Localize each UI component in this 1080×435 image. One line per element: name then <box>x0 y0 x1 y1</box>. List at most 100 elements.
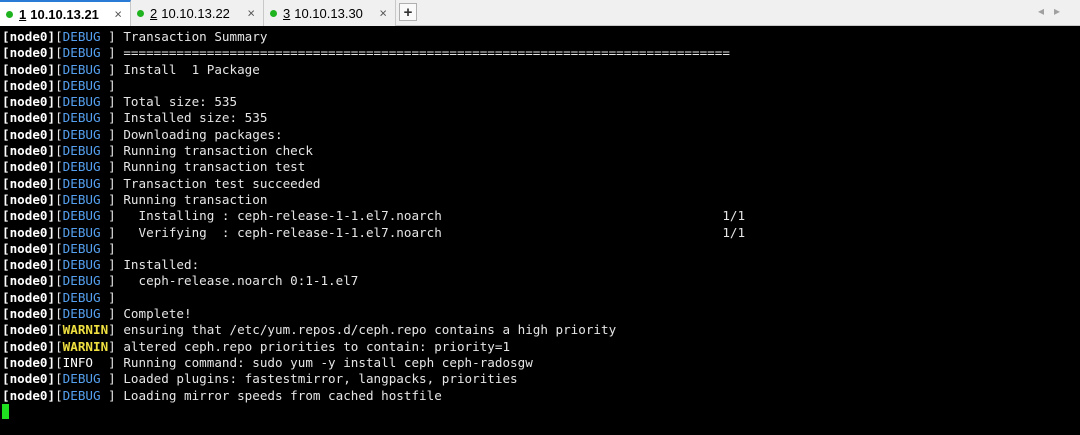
status-dot-icon <box>270 9 277 17</box>
log-message: Running transaction <box>123 191 268 207</box>
add-tab-button[interactable]: + <box>399 3 417 21</box>
terminal-line: [node0][DEBUG ] Complete! <box>2 306 192 322</box>
terminal-line: [node0][DEBUG ] Transaction Summary <box>2 29 268 44</box>
close-icon[interactable]: × <box>379 6 387 21</box>
status-dot-icon <box>6 10 13 18</box>
log-level: DEBUG <box>62 371 109 387</box>
log-level: DEBUG <box>62 224 109 240</box>
node-tag: [node0] <box>2 126 56 142</box>
node-tag: [node0] <box>2 338 56 354</box>
tab-label: 10.10.13.21 <box>30 6 99 22</box>
node-tag: [node0] <box>2 191 56 207</box>
close-icon[interactable]: × <box>114 7 122 22</box>
terminal-line: [node0][DEBUG ] <box>2 289 124 305</box>
tab-label: 10.10.13.22 <box>161 5 230 21</box>
node-tag: [node0] <box>2 77 56 93</box>
node-tag: [node0] <box>2 159 56 175</box>
terminal-line: [node0][DEBUG ] Transaction test succeed… <box>2 175 321 191</box>
log-message: Installing : ceph-release-1-1.el7.noarch… <box>123 208 746 224</box>
log-level: INFO <box>62 354 109 370</box>
log-level: DEBUG <box>62 126 109 142</box>
log-level: DEBUG <box>62 29 109 44</box>
node-tag: [node0] <box>2 322 56 338</box>
terminal-line: [node0][DEBUG ] Installing : ceph-releas… <box>2 208 746 224</box>
terminal-output[interactable]: [node0][DEBUG ] Transaction Summary [node… <box>2 29 1078 433</box>
terminal-line: [node0][INFO ] Running command: sudo yum… <box>2 354 533 370</box>
log-message: ceph-release.noarch 0:1-1.el7 <box>123 273 359 289</box>
node-tag: [node0] <box>2 175 56 191</box>
log-message: Downloading packages: <box>123 126 283 142</box>
terminal-line: [node0][DEBUG ] Running transaction test <box>2 159 306 175</box>
log-message: Verifying : ceph-release-1-1.el7.noarch … <box>123 224 746 240</box>
log-level: DEBUG <box>62 61 109 77</box>
node-tag: [node0] <box>2 110 56 126</box>
log-level: WARNIN <box>62 322 109 338</box>
log-level: DEBUG <box>62 273 109 289</box>
terminal-line: [node0][DEBUG ] Total size: 535 <box>2 94 238 110</box>
log-message: Complete! <box>123 306 192 322</box>
log-message: Loaded plugins: fastestmirror, langpacks… <box>123 371 518 387</box>
log-level: DEBUG <box>62 306 109 322</box>
tab-bar: 1 10.10.13.21 × 2 10.10.13.22 × 3 10.10.… <box>0 0 1080 26</box>
log-level: DEBUG <box>62 175 109 191</box>
log-message: Running transaction test <box>123 159 306 175</box>
tab-number: 2 <box>150 5 158 21</box>
terminal-line: [node0][DEBUG ] Verifying : ceph-release… <box>2 224 746 240</box>
node-tag: [node0] <box>2 208 56 224</box>
node-tag: [node0] <box>2 273 56 289</box>
tab-number: 3 <box>283 5 291 21</box>
node-tag: [node0] <box>2 354 56 370</box>
terminal-line: [node0][DEBUG ] Running transaction <box>2 191 268 207</box>
terminal-line: [node0][DEBUG ] Downloading packages: <box>2 126 283 142</box>
log-level: DEBUG <box>62 159 109 175</box>
node-tag: [node0] <box>2 29 56 44</box>
node-tag: [node0] <box>2 94 56 110</box>
tab-session-2[interactable]: 2 10.10.13.22 × <box>131 0 264 26</box>
tab-session-1[interactable]: 1 10.10.13.21 × <box>0 0 131 26</box>
log-message: Transaction Summary <box>123 29 268 44</box>
terminal-line: [node0][DEBUG ] Loading mirror speeds fr… <box>2 387 442 403</box>
log-level: DEBUG <box>62 143 109 159</box>
terminal-line: [node0][DEBUG ] Installed: <box>2 257 200 273</box>
log-message: altered ceph.repo priorities to contain:… <box>123 338 511 354</box>
tab-number: 1 <box>19 6 27 22</box>
log-level: DEBUG <box>62 110 109 126</box>
node-tag: [node0] <box>2 289 56 305</box>
log-level: DEBUG <box>62 77 109 93</box>
terminal-line: [node0][DEBUG ] Installed size: 535 <box>2 110 268 126</box>
close-icon[interactable]: × <box>247 6 255 21</box>
terminal-line: [node0][DEBUG ] Running transaction chec… <box>2 143 313 159</box>
tab-session-3[interactable]: 3 10.10.13.30 × <box>264 0 396 26</box>
log-message: Transaction test succeeded <box>123 175 321 191</box>
log-level: DEBUG <box>62 257 109 273</box>
log-message: Install 1 Package <box>123 61 260 77</box>
log-level: DEBUG <box>62 387 109 403</box>
log-message: ensuring that /etc/yum.repos.d/ceph.repo… <box>123 322 617 338</box>
status-dot-icon <box>137 9 144 17</box>
log-level: DEBUG <box>62 240 109 256</box>
terminal-line: [node0][DEBUG ] Loaded plugins: fastestm… <box>2 371 518 387</box>
log-message: Running command: sudo yum -y install cep… <box>123 354 533 370</box>
log-message: Installed size: 535 <box>123 110 268 126</box>
tab-scroll-arrows-icon[interactable]: ◂▸ <box>1038 4 1070 18</box>
terminal-line: [node0][DEBUG ] <box>2 77 124 93</box>
node-tag: [node0] <box>2 257 56 273</box>
log-message: Total size: 535 <box>123 94 238 110</box>
log-message: Loading mirror speeds from cached hostfi… <box>123 387 442 403</box>
log-level: DEBUG <box>62 191 109 207</box>
tab-label: 10.10.13.30 <box>294 5 363 21</box>
terminal-line: [node0][DEBUG ] Install 1 Package <box>2 61 260 77</box>
node-tag: [node0] <box>2 240 56 256</box>
terminal-line: [node0][WARNIN] ensuring that /etc/yum.r… <box>2 322 617 338</box>
node-tag: [node0] <box>2 387 56 403</box>
terminal-line: [node0][DEBUG ] ceph-release.noarch 0:1-… <box>2 273 359 289</box>
node-tag: [node0] <box>2 143 56 159</box>
node-tag: [node0] <box>2 371 56 387</box>
log-level: DEBUG <box>62 94 109 110</box>
log-message: Installed: <box>123 257 200 273</box>
node-tag: [node0] <box>2 45 56 61</box>
text-cursor <box>2 403 9 419</box>
log-level: WARNIN <box>62 338 109 354</box>
terminal-line: [node0][DEBUG ] ========================… <box>2 45 730 61</box>
log-message: ========================================… <box>123 45 730 61</box>
